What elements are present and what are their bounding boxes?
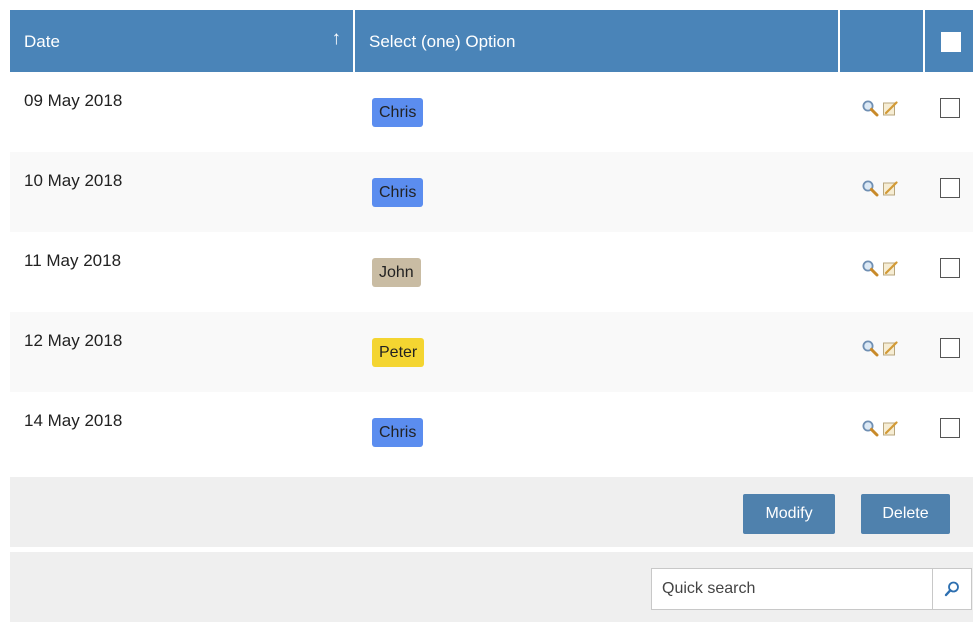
row-checkbox[interactable] [940, 338, 960, 358]
data-table: Date ↑ Select (one) Option 09 May 2018 C… [0, 0, 973, 622]
table-row: 10 May 2018 Chris [10, 152, 973, 232]
column-header-date[interactable]: Date ↑ [10, 10, 355, 72]
magnifier-icon[interactable] [861, 179, 879, 197]
row-date: 10 May 2018 [24, 171, 123, 190]
table-row: 14 May 2018 Chris [10, 392, 973, 472]
row-date: 11 May 2018 [24, 251, 122, 270]
search-button[interactable] [932, 569, 971, 609]
row-date: 14 May 2018 [24, 411, 123, 430]
sort-ascending-icon[interactable]: ↑ [332, 28, 342, 50]
option-badge[interactable]: Chris [372, 98, 424, 127]
column-header-select [925, 10, 973, 72]
quick-search-box [651, 568, 972, 610]
column-label-option: Select (one) Option [369, 32, 516, 51]
modify-button[interactable]: Modify [743, 494, 835, 534]
table-row: 09 May 2018 Chris [10, 72, 973, 152]
option-badge[interactable]: Peter [372, 338, 425, 367]
row-date: 09 May 2018 [24, 91, 123, 110]
table-row: 11 May 2018 John [10, 232, 973, 312]
action-bar: Modify Delete [10, 477, 973, 547]
select-all-checkbox[interactable] [941, 32, 961, 52]
search-bar [10, 552, 973, 622]
edit-note-icon[interactable] [883, 101, 898, 116]
table-header: Date ↑ Select (one) Option [10, 10, 973, 72]
delete-button[interactable]: Delete [861, 494, 950, 534]
quick-search-input[interactable] [652, 569, 930, 609]
magnifier-icon[interactable] [861, 99, 879, 117]
edit-note-icon[interactable] [883, 181, 898, 196]
row-checkbox[interactable] [940, 178, 960, 198]
table-row: 12 May 2018 Peter [10, 312, 973, 392]
edit-note-icon[interactable] [883, 261, 898, 276]
column-label-date: Date [24, 32, 60, 51]
column-header-option[interactable]: Select (one) Option [355, 10, 840, 72]
edit-note-icon[interactable] [883, 341, 898, 356]
column-header-actions [840, 10, 925, 72]
magnifier-icon[interactable] [861, 419, 879, 437]
option-badge[interactable]: Chris [372, 178, 424, 207]
option-badge[interactable]: Chris [372, 418, 424, 447]
search-icon [944, 581, 959, 597]
row-checkbox[interactable] [940, 258, 960, 278]
edit-note-icon[interactable] [883, 421, 898, 436]
magnifier-icon[interactable] [861, 339, 879, 357]
row-checkbox[interactable] [940, 418, 960, 438]
option-badge[interactable]: John [372, 258, 421, 287]
magnifier-icon[interactable] [861, 259, 879, 277]
row-checkbox[interactable] [940, 98, 960, 118]
row-date: 12 May 2018 [24, 331, 123, 350]
